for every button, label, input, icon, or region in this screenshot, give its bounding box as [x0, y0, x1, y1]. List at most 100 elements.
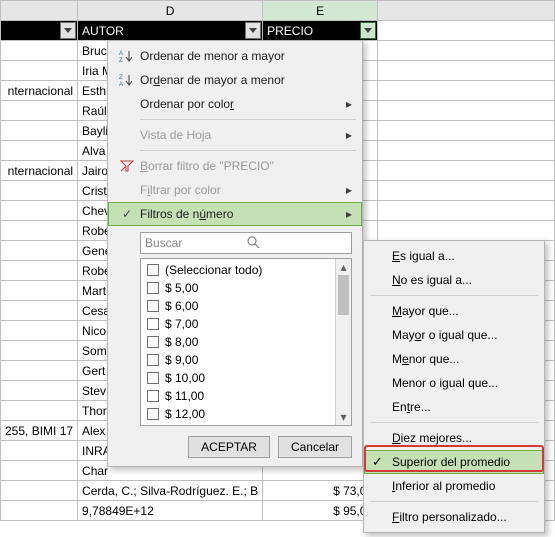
- column-letter-row: D E: [1, 1, 555, 21]
- cell[interactable]: [1, 121, 78, 141]
- checkbox[interactable]: [147, 282, 159, 294]
- filter-equals[interactable]: Es igual a...: [364, 244, 544, 268]
- number-filters[interactable]: ✓ Filtros de número ▸: [108, 202, 362, 226]
- checkbox[interactable]: [147, 336, 159, 348]
- cell[interactable]: [378, 221, 555, 241]
- cell[interactable]: [1, 101, 78, 121]
- col-letter-blank[interactable]: [378, 1, 555, 21]
- cell[interactable]: nternacional: [1, 81, 78, 101]
- cell[interactable]: [1, 221, 78, 241]
- filter-below-avg[interactable]: Inferior al promedio: [364, 474, 544, 498]
- list-item[interactable]: $ 11,00: [141, 387, 351, 405]
- accept-button[interactable]: ACEPTAR: [188, 436, 270, 458]
- cell[interactable]: [1, 201, 78, 221]
- cell[interactable]: [378, 81, 555, 101]
- chevron-right-icon: ▸: [342, 207, 352, 221]
- sort-asc[interactable]: AZ Ordenar de menor a mayor: [108, 44, 362, 68]
- cell[interactable]: [1, 461, 78, 481]
- cell[interactable]: [378, 201, 555, 221]
- cell[interactable]: 9,78849E+12: [78, 501, 263, 521]
- list-item-label: $ 6,00: [165, 299, 198, 313]
- cell[interactable]: [378, 141, 555, 161]
- filter-not-equals[interactable]: No es igual a...: [364, 268, 544, 292]
- list-item[interactable]: $ 8,00: [141, 333, 351, 351]
- list-item[interactable]: $ 9,00: [141, 351, 351, 369]
- scroll-down-icon[interactable]: ▾: [336, 409, 351, 425]
- cancel-button[interactable]: Cancelar: [278, 436, 352, 458]
- cell[interactable]: [1, 441, 78, 461]
- chevron-right-icon: ▸: [342, 97, 352, 111]
- cell[interactable]: [1, 281, 78, 301]
- list-item-label: $ 9,00: [165, 353, 198, 367]
- scroll-up-icon[interactable]: ▴: [336, 259, 351, 275]
- cell[interactable]: [1, 241, 78, 261]
- cell[interactable]: [1, 261, 78, 281]
- checkbox[interactable]: [147, 318, 159, 330]
- list-item[interactable]: $ 6,00: [141, 297, 351, 315]
- cell[interactable]: [1, 361, 78, 381]
- cell[interactable]: [378, 161, 555, 181]
- search-icon: [246, 235, 347, 252]
- header-precio: PRECIO: [267, 24, 313, 38]
- checkbox[interactable]: [147, 390, 159, 402]
- checkbox[interactable]: [147, 372, 159, 384]
- cell[interactable]: [378, 121, 555, 141]
- cell[interactable]: $ 73,00: [263, 481, 378, 501]
- filter-custom[interactable]: Filtro personalizado...: [364, 505, 544, 529]
- cell[interactable]: [1, 141, 78, 161]
- col-letter-d[interactable]: D: [78, 1, 263, 21]
- cell[interactable]: nternacional: [1, 161, 78, 181]
- checkbox[interactable]: [147, 264, 159, 276]
- scroll-thumb[interactable]: [338, 275, 349, 315]
- filter-dropdown-c[interactable]: [60, 22, 76, 39]
- cell[interactable]: [1, 41, 78, 61]
- col-letter-e[interactable]: E: [263, 1, 378, 21]
- cell[interactable]: [1, 181, 78, 201]
- scrollbar[interactable]: ▴ ▾: [335, 259, 351, 425]
- sort-desc-icon: ZA: [114, 73, 140, 87]
- sort-by-color[interactable]: Ordenar por color ▸: [108, 92, 362, 116]
- cell[interactable]: [378, 61, 555, 81]
- filter-greater[interactable]: Mayor que...: [364, 299, 544, 323]
- checkbox[interactable]: [147, 408, 159, 420]
- list-item[interactable]: $ 10,00: [141, 369, 351, 387]
- filter-values-list[interactable]: (Seleccionar todo)$ 5,00 $ 6,00 $ 7,00 $ 8,…: [140, 258, 352, 426]
- number-filters-submenu: Es igual a... No es igual a... Mayor que…: [363, 240, 545, 533]
- checkbox[interactable]: [147, 300, 159, 312]
- filter-less[interactable]: Menor que...: [364, 347, 544, 371]
- cell[interactable]: $ 95,00: [263, 501, 378, 521]
- cell[interactable]: [378, 181, 555, 201]
- clear-filter-icon: [114, 160, 140, 172]
- filter-between[interactable]: Entre...: [364, 395, 544, 419]
- cell[interactable]: [378, 101, 555, 121]
- clear-filter: Borrar filtro de "PRECIO": [108, 154, 362, 178]
- filter-dropdown-autor[interactable]: [245, 22, 261, 39]
- cell[interactable]: [1, 381, 78, 401]
- filter-dropdown-precio[interactable]: [360, 22, 376, 39]
- sort-desc[interactable]: ZA Ordenar de mayor a menor: [108, 68, 362, 92]
- list-item-label: $ 7,00: [165, 317, 198, 331]
- list-item-label: $ 8,00: [165, 335, 198, 349]
- filter-top10[interactable]: Diez mejores...: [364, 426, 544, 450]
- cell[interactable]: [1, 321, 78, 341]
- list-item[interactable]: (Seleccionar todo): [141, 261, 351, 279]
- filter-above-avg[interactable]: ✓ Superior del promedio: [364, 450, 544, 474]
- list-item[interactable]: $ 7,00: [141, 315, 351, 333]
- cell[interactable]: [1, 61, 78, 81]
- cell[interactable]: [378, 41, 555, 61]
- cell[interactable]: 255, BIMI 17: [1, 421, 78, 441]
- cell[interactable]: [1, 341, 78, 361]
- search-input[interactable]: Buscar: [140, 232, 352, 254]
- cell[interactable]: [1, 501, 78, 521]
- svg-text:Z: Z: [119, 75, 123, 81]
- cell[interactable]: [1, 481, 78, 501]
- col-letter-c[interactable]: [1, 1, 78, 21]
- cell[interactable]: Cerda, C.; Silva-Rodríguez. E.; B: [78, 481, 263, 501]
- filter-less-eq[interactable]: Menor o igual que...: [364, 371, 544, 395]
- list-item[interactable]: $ 5,00: [141, 279, 351, 297]
- filter-greater-eq[interactable]: Mayor o igual que...: [364, 323, 544, 347]
- checkbox[interactable]: [147, 354, 159, 366]
- cell[interactable]: [1, 301, 78, 321]
- cell[interactable]: [1, 401, 78, 421]
- list-item[interactable]: $ 12,00: [141, 405, 351, 423]
